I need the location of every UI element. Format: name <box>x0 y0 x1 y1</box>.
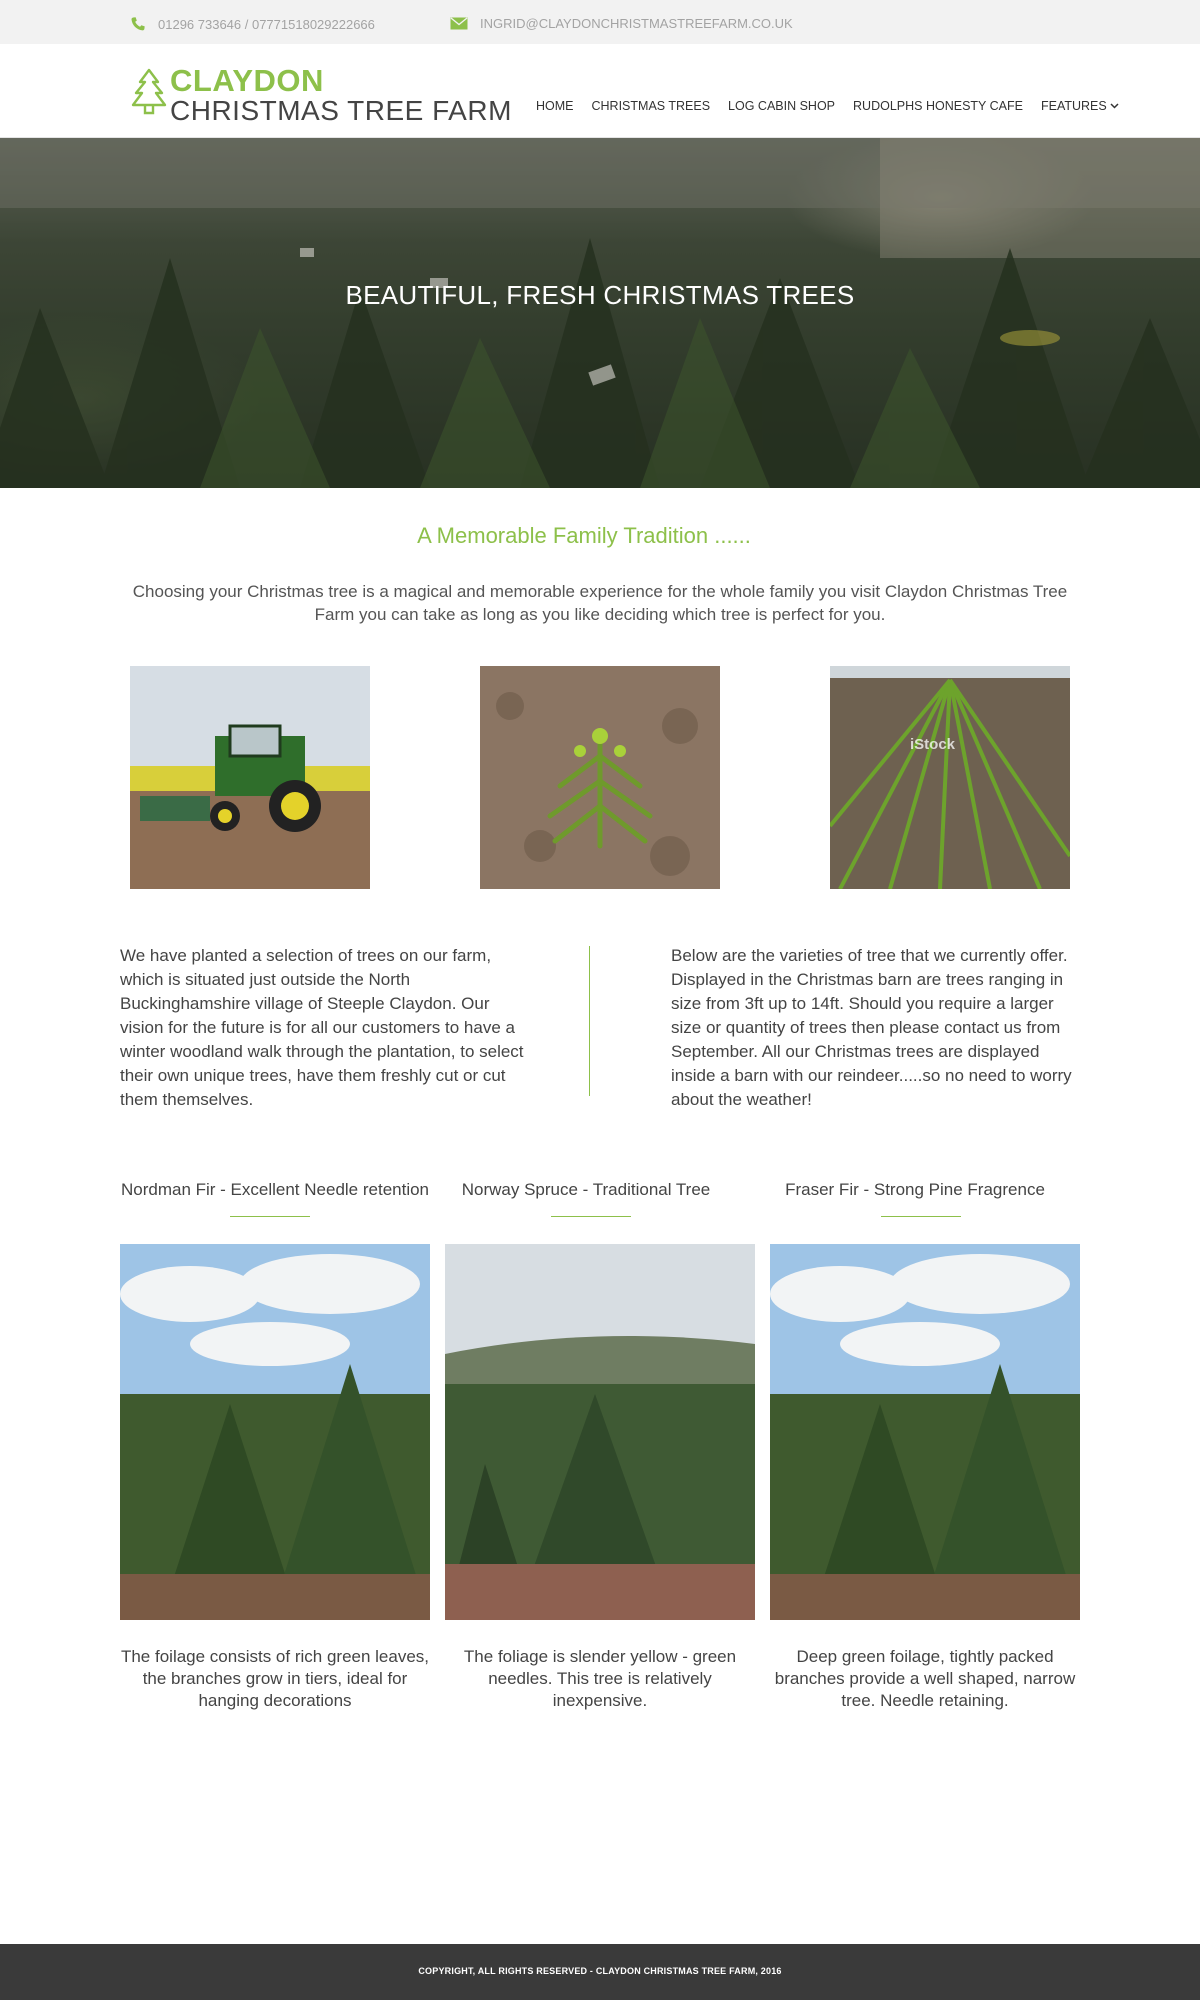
tractor-illustration <box>130 666 370 889</box>
varieties-intro: Below are the varieties of tree that we … <box>671 946 1072 1109</box>
fraser-fir-photo <box>770 1244 1080 1620</box>
site-logo[interactable]: CLAYDON CHRISTMAS TREE FARM <box>130 63 511 126</box>
main-nav: HOME CHRISTMAS TREES LOG CABIN SHOP RUDO… <box>536 99 1119 113</box>
seedling-photo <box>480 666 720 889</box>
field-rows-illustration <box>830 666 1070 889</box>
nav-item-label: RUDOLPHS HONESTY CAFE <box>853 99 1023 113</box>
site-header: CLAYDON CHRISTMAS TREE FARM HOME CHRISTM… <box>0 44 1200 138</box>
variety-underline <box>881 1216 961 1217</box>
stock-watermark: iStock <box>910 736 956 753</box>
nav-item-log-cabin-shop[interactable]: LOG CABIN SHOP <box>728 99 835 113</box>
intro-title: A Memorable Family Tradition ...... <box>417 523 751 548</box>
nav-item-label: CHRISTMAS TREES <box>591 99 711 113</box>
variety-underline <box>230 1216 310 1217</box>
email-address: INGRID@CLAYDONCHRISTMASTREEFARM.CO.UK <box>480 16 793 31</box>
phone-icon <box>131 17 145 31</box>
nordman-fir-photo <box>120 1244 430 1620</box>
nav-item-christmas-trees[interactable]: CHRISTMAS TREES <box>592 99 711 113</box>
variety-desc-fraser: Deep green foilage, tightly packed branc… <box>774 1647 1076 1710</box>
column-divider <box>589 946 590 1096</box>
tractor-photo <box>130 666 370 889</box>
tree-icon <box>131 68 167 115</box>
phone-number: 01296 733646 / 07771518029222666 <box>158 16 375 32</box>
norway-spruce-photo <box>445 1244 755 1620</box>
nav-item-label: FEATURES <box>1040 99 1107 113</box>
hero-banner: BEAUTIFUL, FRESH CHRISTMAS TREES <box>0 138 1200 488</box>
phone-contact[interactable]: 01296 733646 / 07771518029222666 <box>130 16 375 32</box>
nav-item-features[interactable]: FEATURES <box>1041 99 1119 113</box>
nav-item-label: LOG CABIN SHOP <box>728 99 836 113</box>
nordman-fir-illustration <box>120 1244 430 1620</box>
intro-text: Choosing your Christmas tree is a magica… <box>132 582 1068 624</box>
hero-title: BEAUTIFUL, FRESH CHRISTMAS TREES <box>345 280 855 310</box>
hero-overlay <box>0 138 1200 488</box>
variety-title-norway: Norway Spruce - Traditional Tree <box>461 1180 711 1199</box>
logo-line-2: CHRISTMAS TREE FARM <box>170 95 512 126</box>
logo-line-1: CLAYDON <box>170 63 324 98</box>
fraser-fir-illustration <box>770 1244 1080 1620</box>
variety-desc-nordman: The foilage consists of rich green leave… <box>120 1647 430 1710</box>
variety-title-fraser: Fraser Fir - Strong Pine Fragrence <box>785 1180 1045 1199</box>
nav-item-home[interactable]: HOME <box>536 99 574 113</box>
norway-spruce-illustration <box>445 1244 755 1620</box>
nav-item-rudolphs-honesty-cafe[interactable]: RUDOLPHS HONESTY CAFE <box>853 99 1023 113</box>
email-contact[interactable]: INGRID@CLAYDONCHRISTMASTREEFARM.CO.UK <box>450 16 793 31</box>
variety-title-nordman: Nordman Fir - Excellent Needle retention <box>120 1180 430 1199</box>
field-rows-photo: iStock <box>830 666 1070 889</box>
variety-desc-norway: The foliage is slender yellow - green ne… <box>463 1647 737 1710</box>
site-footer: COPYRIGHT, ALL RIGHTS RESERVED - CLAYDON… <box>0 1944 1200 2000</box>
chevron-down-icon <box>1110 103 1119 109</box>
top-contact-bar: 01296 733646 / 07771518029222666 INGRID@… <box>0 0 1200 44</box>
seedling-illustration <box>480 666 720 889</box>
envelope-icon <box>450 17 468 30</box>
farm-description: We have planted a selection of trees on … <box>120 946 524 1109</box>
copyright-text: COPYRIGHT, ALL RIGHTS RESERVED - CLAYDON… <box>418 1966 782 1976</box>
nav-item-label: HOME <box>536 99 574 113</box>
variety-underline <box>551 1216 631 1217</box>
